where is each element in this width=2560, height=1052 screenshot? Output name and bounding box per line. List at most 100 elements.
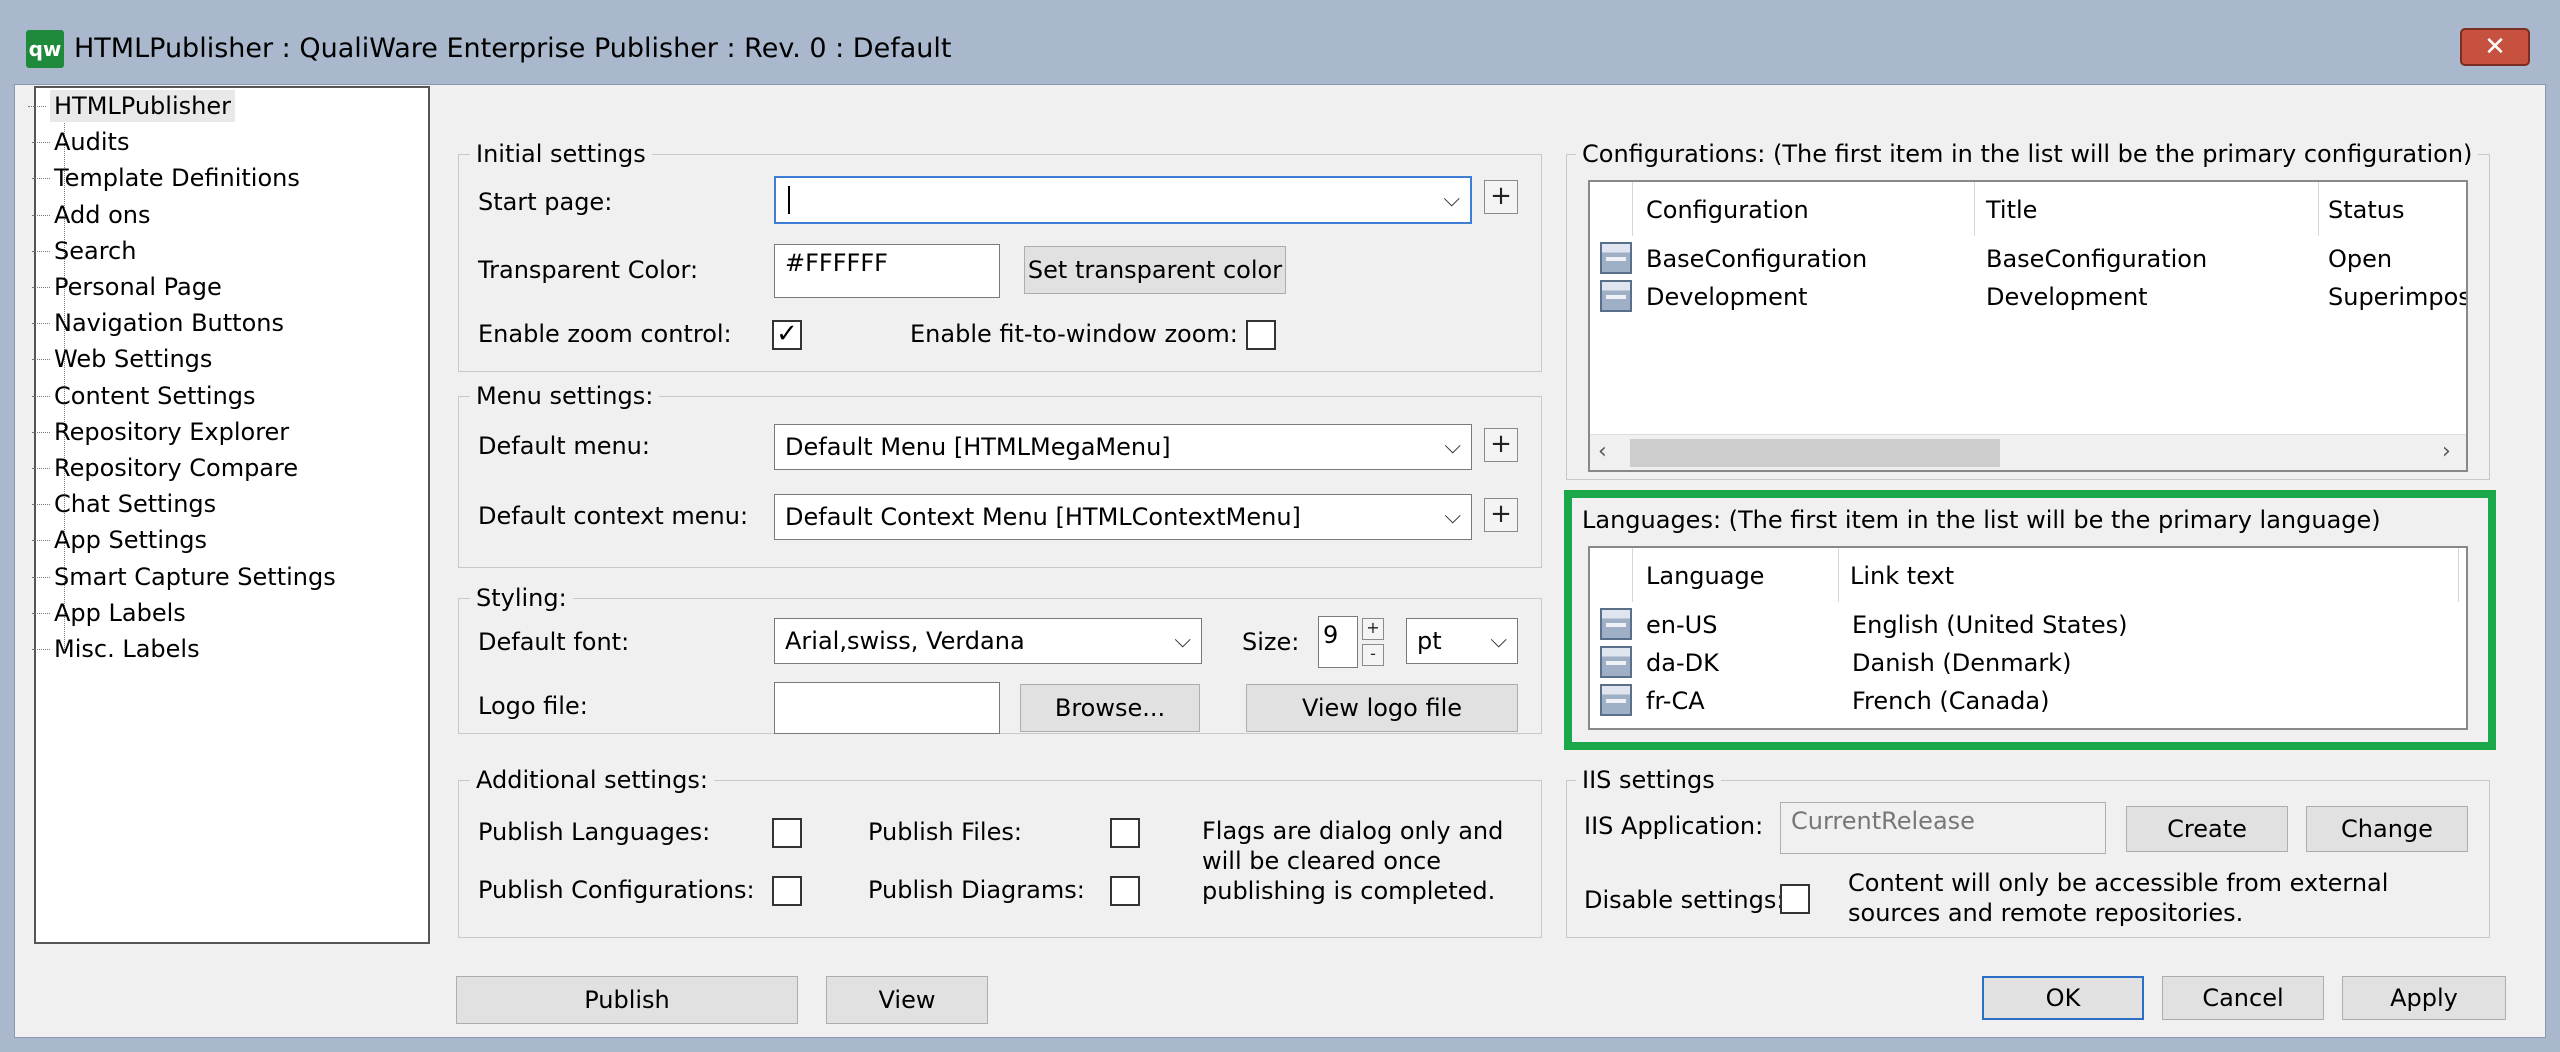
ok-button[interactable]: OK bbox=[1982, 976, 2144, 1020]
zoom-control-checkbox[interactable]: ✓ bbox=[772, 320, 802, 350]
tree-item-app-labels[interactable]: App Labels bbox=[32, 597, 186, 629]
tree-item-content-settings[interactable]: Content Settings bbox=[32, 380, 256, 412]
transparent-color-input[interactable]: #FFFFFF bbox=[774, 244, 1000, 298]
chevron-down-icon[interactable]: ⌵ bbox=[1174, 619, 1191, 663]
publish-configurations-label: Publish Configurations: bbox=[478, 876, 755, 904]
fit-to-window-checkbox[interactable] bbox=[1246, 320, 1276, 350]
configuration-icon bbox=[1600, 242, 1632, 274]
disable-settings-checkbox[interactable] bbox=[1780, 884, 1810, 914]
default-context-menu-combobox[interactable]: Default Context Menu [HTMLContextMenu] ⌵ bbox=[774, 494, 1472, 540]
disable-settings-label: Disable settings: bbox=[1584, 886, 1785, 914]
start-page-label: Start page: bbox=[478, 188, 613, 216]
tree-item-chat-settings[interactable]: Chat Settings bbox=[31, 488, 216, 520]
size-increase-button[interactable]: + bbox=[1362, 618, 1384, 640]
transparent-color-label: Transparent Color: bbox=[478, 256, 699, 284]
tree-item-template-definitions[interactable]: Template Definitions bbox=[32, 162, 300, 194]
publish-languages-label: Publish Languages: bbox=[478, 818, 711, 846]
cancel-button[interactable]: Cancel bbox=[2162, 976, 2324, 1020]
menu-settings-title: Menu settings: bbox=[470, 382, 660, 410]
publish-languages-checkbox[interactable] bbox=[772, 818, 802, 848]
set-transparent-color-button[interactable]: Set transparent color bbox=[1024, 246, 1286, 294]
tree-item-navigation-buttons[interactable]: Navigation Buttons bbox=[32, 307, 284, 339]
change-button[interactable]: Change bbox=[2306, 806, 2468, 852]
zoom-control-label: Enable zoom control: bbox=[478, 320, 732, 348]
tree-item-smart-capture-settings[interactable]: Smart Capture Settings bbox=[32, 561, 336, 593]
tree-item-add-ons[interactable]: Add ons bbox=[32, 199, 151, 231]
chevron-down-icon[interactable]: ⌵ bbox=[1444, 425, 1461, 469]
add-context-menu-button[interactable]: + bbox=[1484, 498, 1518, 532]
configuration-icon bbox=[1600, 280, 1632, 312]
iis-application-input[interactable]: CurrentRelease bbox=[1780, 802, 2106, 854]
default-menu-combobox[interactable]: Default Menu [HTMLMegaMenu] ⌵ bbox=[774, 424, 1472, 470]
chevron-down-icon[interactable]: ⌵ bbox=[1444, 495, 1461, 539]
flags-note: Flags are dialog only and will be cleare… bbox=[1202, 817, 1504, 905]
tree-item-repository-explorer[interactable]: Repository Explorer bbox=[31, 416, 289, 448]
column-header-configuration[interactable]: Configuration bbox=[1646, 194, 1809, 226]
tree-item-web-settings[interactable]: Web Settings bbox=[31, 343, 212, 375]
view-button[interactable]: View bbox=[826, 976, 988, 1024]
create-button[interactable]: Create bbox=[2126, 806, 2288, 852]
default-font-combobox[interactable]: Arial,swiss, Verdana ⌵ bbox=[774, 618, 1202, 664]
app-logo-icon: qw bbox=[26, 30, 64, 68]
publish-files-checkbox[interactable] bbox=[1110, 818, 1140, 848]
config-row-1-title[interactable]: Development bbox=[1986, 280, 2148, 314]
iis-settings-title: IIS settings bbox=[1576, 766, 1721, 794]
config-row-1-status[interactable]: Superimposed bbox=[2328, 280, 2466, 314]
column-separator bbox=[2318, 182, 2319, 236]
title-bar: qw HTMLPublisher : QualiWare Enterprise … bbox=[0, 0, 2560, 82]
chevron-down-icon[interactable]: ⌵ bbox=[1490, 619, 1507, 663]
tree-item-audits[interactable]: Audits bbox=[31, 126, 129, 158]
dialog-window: qw HTMLPublisher : QualiWare Enterprise … bbox=[0, 0, 2560, 1052]
languages-highlight-box bbox=[1564, 490, 2496, 750]
apply-button[interactable]: Apply bbox=[2342, 976, 2506, 1020]
start-page-combobox[interactable]: ⌵ bbox=[774, 176, 1472, 224]
default-context-menu-label: Default context menu: bbox=[478, 502, 749, 530]
horizontal-scrollbar[interactable]: ‹ › bbox=[1590, 434, 2466, 470]
iis-note: Content will only be accessible from ext… bbox=[1848, 869, 2389, 927]
column-separator bbox=[1632, 182, 1633, 236]
add-default-menu-button[interactable]: + bbox=[1484, 428, 1518, 462]
publish-diagrams-checkbox[interactable] bbox=[1110, 876, 1140, 906]
font-unit-value: pt bbox=[1417, 627, 1442, 655]
tree-item-misc-labels[interactable]: Misc. Labels bbox=[32, 633, 200, 665]
publish-configurations-checkbox[interactable] bbox=[772, 876, 802, 906]
view-logo-file-button[interactable]: View logo file bbox=[1246, 684, 1518, 732]
size-decrease-button[interactable]: - bbox=[1362, 644, 1384, 666]
publish-button[interactable]: Publish bbox=[456, 976, 798, 1024]
default-font-label: Default font: bbox=[478, 628, 630, 656]
add-start-page-button[interactable]: + bbox=[1484, 180, 1518, 214]
chevron-down-icon[interactable]: ⌵ bbox=[1443, 178, 1460, 222]
default-context-menu-value: Default Context Menu [HTMLContextMenu] bbox=[785, 503, 1301, 531]
config-row-0-configuration[interactable]: BaseConfiguration bbox=[1646, 242, 1867, 276]
column-header-title[interactable]: Title bbox=[1986, 194, 2037, 226]
logo-file-input[interactable] bbox=[774, 682, 1000, 734]
initial-settings-title: Initial settings bbox=[470, 140, 652, 168]
fit-to-window-label: Enable fit-to-window zoom: bbox=[910, 320, 1238, 348]
iis-application-label: IIS Application: bbox=[1584, 812, 1764, 840]
chevron-left-icon[interactable]: ‹ bbox=[1598, 435, 1607, 469]
configurations-list[interactable]: Configuration Title Status BaseConfigura… bbox=[1588, 180, 2468, 472]
default-menu-value: Default Menu [HTMLMegaMenu] bbox=[785, 433, 1171, 461]
size-label: Size: bbox=[1242, 628, 1300, 656]
tree-item-repository-compare[interactable]: Repository Compare bbox=[31, 452, 298, 484]
tree-item-personal-page[interactable]: Personal Page bbox=[32, 271, 222, 303]
tree-item-app-settings[interactable]: App Settings bbox=[32, 524, 207, 556]
tree-item-search[interactable]: Search bbox=[31, 235, 136, 267]
additional-settings-title: Additional settings: bbox=[470, 766, 714, 794]
tree-item-htmlpublisher[interactable]: HTMLPublisher bbox=[28, 90, 235, 122]
menu-settings-group bbox=[458, 396, 1542, 568]
font-size-input[interactable]: 9 bbox=[1318, 616, 1358, 668]
publish-diagrams-label: Publish Diagrams: bbox=[868, 876, 1085, 904]
column-header-status[interactable]: Status bbox=[2328, 194, 2404, 226]
default-menu-label: Default menu: bbox=[478, 432, 650, 460]
close-button[interactable]: ✕ bbox=[2460, 28, 2530, 66]
config-row-0-title[interactable]: BaseConfiguration bbox=[1986, 242, 2207, 276]
chevron-right-icon[interactable]: › bbox=[2442, 435, 2451, 469]
browse-button[interactable]: Browse... bbox=[1020, 684, 1200, 732]
config-row-0-status[interactable]: Open bbox=[2328, 242, 2392, 276]
config-row-1-configuration[interactable]: Development bbox=[1646, 280, 1808, 314]
font-unit-combobox[interactable]: pt ⌵ bbox=[1406, 618, 1518, 664]
scrollbar-thumb[interactable] bbox=[1630, 439, 2000, 467]
configurations-title: Configurations: (The first item in the l… bbox=[1576, 140, 2479, 168]
default-font-value: Arial,swiss, Verdana bbox=[785, 627, 1025, 655]
